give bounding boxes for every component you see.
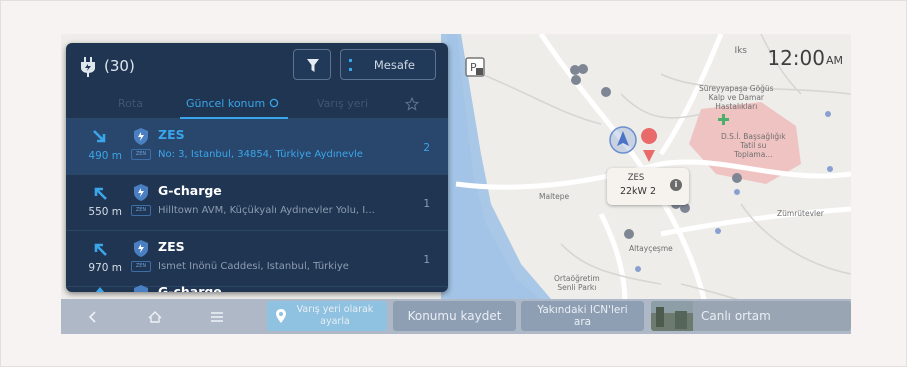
status-bar: Iks 12:00 AM (693, 45, 843, 71)
set-destination-label: Varış yeri olarak ayarla (296, 304, 374, 327)
info-icon[interactable]: i (670, 179, 682, 191)
result-address: İsmet İnönü Caddesi, İstanbul, Türkiye (158, 261, 349, 272)
tab-current-location-label: Güncel konum (186, 97, 266, 110)
result-distance: 550 m (88, 206, 122, 218)
result-row[interactable]: 550 m ZEN G-charge Hilltown AVM, Küçükya… (66, 175, 448, 231)
result-name: G-charge (158, 284, 222, 292)
save-location-label: Konumu kaydet (407, 309, 502, 323)
map-label-zumrutevler: Zümrütevler (777, 209, 824, 218)
result-badge: ZEN (131, 205, 151, 216)
charger-shield-icon (134, 184, 148, 201)
charger-shield-icon (134, 285, 148, 292)
result-name: G-charge (158, 183, 222, 198)
clock: 12:00 (767, 46, 825, 70)
clock-ampm: AM (825, 54, 843, 67)
home-icon[interactable] (147, 309, 163, 325)
callout-name: ZES (627, 173, 645, 183)
result-name: ZES (158, 127, 185, 142)
star-icon[interactable] (405, 97, 419, 111)
map-label-hospital2: D.S.İ. Başsağlığık Tatil su Toplama... (721, 132, 786, 159)
arrow-down-right-icon (93, 130, 106, 143)
plug-icon (81, 57, 95, 77)
street-view-thumbnail (651, 301, 693, 331)
result-distance: 490 m (88, 150, 122, 162)
tab-bar: Rota Güncel konum Varış yeri (66, 91, 448, 119)
result-row[interactable]: 970 m ZEN ZES İsmet İnönü Caddesi, İstan… (66, 231, 448, 287)
tab-destination[interactable]: Varış yeri (317, 97, 368, 110)
map-label-altaycesme: Altayçeşme (629, 244, 673, 253)
arrow-up-icon (95, 286, 105, 292)
result-row[interactable]: 490 m ZEN ZES No: 3, İstanbul, 34854, Tü… (66, 119, 448, 175)
sort-dropdown[interactable]: Mesafe (340, 49, 436, 80)
sort-indicator-icon (349, 59, 352, 71)
charger-list-panel: (30) Mesafe Rota Güncel konum Varış yeri… (66, 43, 448, 292)
menu-icon[interactable] (209, 309, 225, 325)
result-name: ZES (158, 239, 185, 254)
charger-callout[interactable]: ZES 22kW 2 i (607, 168, 689, 205)
result-row[interactable]: G-charge (66, 284, 448, 292)
panel-header: (30) Mesafe (66, 43, 448, 89)
result-distance: 970 m (88, 262, 122, 274)
save-location-button[interactable]: Konumu kaydet (393, 301, 516, 331)
charger-shield-icon (134, 240, 148, 257)
charger-count: (30) (104, 57, 135, 75)
sort-label: Mesafe (373, 58, 415, 72)
map-label-hospital: Süreyyapaşa Göğüs Kalp ve Damar Hastalık… (699, 84, 774, 111)
set-destination-button[interactable]: Varış yeri olarak ayarla (267, 301, 387, 331)
charging-map-icon[interactable]: P (464, 56, 486, 78)
charger-shield-icon (134, 128, 148, 145)
back-icon[interactable] (85, 309, 101, 325)
svg-text:P: P (470, 61, 477, 74)
result-badge: ZEN (131, 149, 151, 160)
result-count: 1 (423, 254, 430, 266)
search-nearby-label: Yakındaki ICN'leri ara (537, 304, 628, 328)
arrow-up-left-icon (94, 243, 107, 256)
tab-current-location[interactable]: Güncel konum (186, 97, 279, 110)
arrow-up-left-icon (94, 187, 107, 200)
map-label-maltepe: Maltepe (539, 192, 570, 201)
result-count: 1 (423, 198, 430, 210)
street-view-button[interactable]: Canlı ortam (651, 301, 851, 331)
street-view-label: Canlı ortam (701, 309, 771, 323)
location-pin-icon (276, 309, 286, 323)
result-count: 2 (423, 142, 430, 154)
infotainment-screen: Süreyyapaşa Göğüs Kalp ve Damar Hastalık… (61, 34, 851, 334)
bottom-bar: Varış yeri olarak ayarla Konumu kaydet Y… (61, 299, 851, 334)
status-small: Iks (734, 46, 747, 56)
filter-icon (307, 59, 319, 72)
map-label-ortaogretim: Ortaöğretim Senli Parkı (554, 274, 600, 292)
tab-route[interactable]: Rota (118, 97, 143, 110)
filter-button[interactable] (293, 49, 331, 80)
result-address: Hilltown AVM, Küçükyalı Aydınevler Yolu,… (158, 205, 375, 216)
figure-frame: Süreyyapaşa Göğüs Kalp ve Damar Hastalık… (0, 0, 907, 367)
refresh-icon (269, 98, 278, 108)
search-nearby-button[interactable]: Yakındaki ICN'leri ara (521, 301, 644, 331)
callout-power: 22kW 2 (619, 186, 657, 197)
result-address: No: 3, İstanbul, 34854, Türkiye Aydınevl… (158, 149, 363, 160)
result-badge: ZEN (131, 261, 151, 272)
